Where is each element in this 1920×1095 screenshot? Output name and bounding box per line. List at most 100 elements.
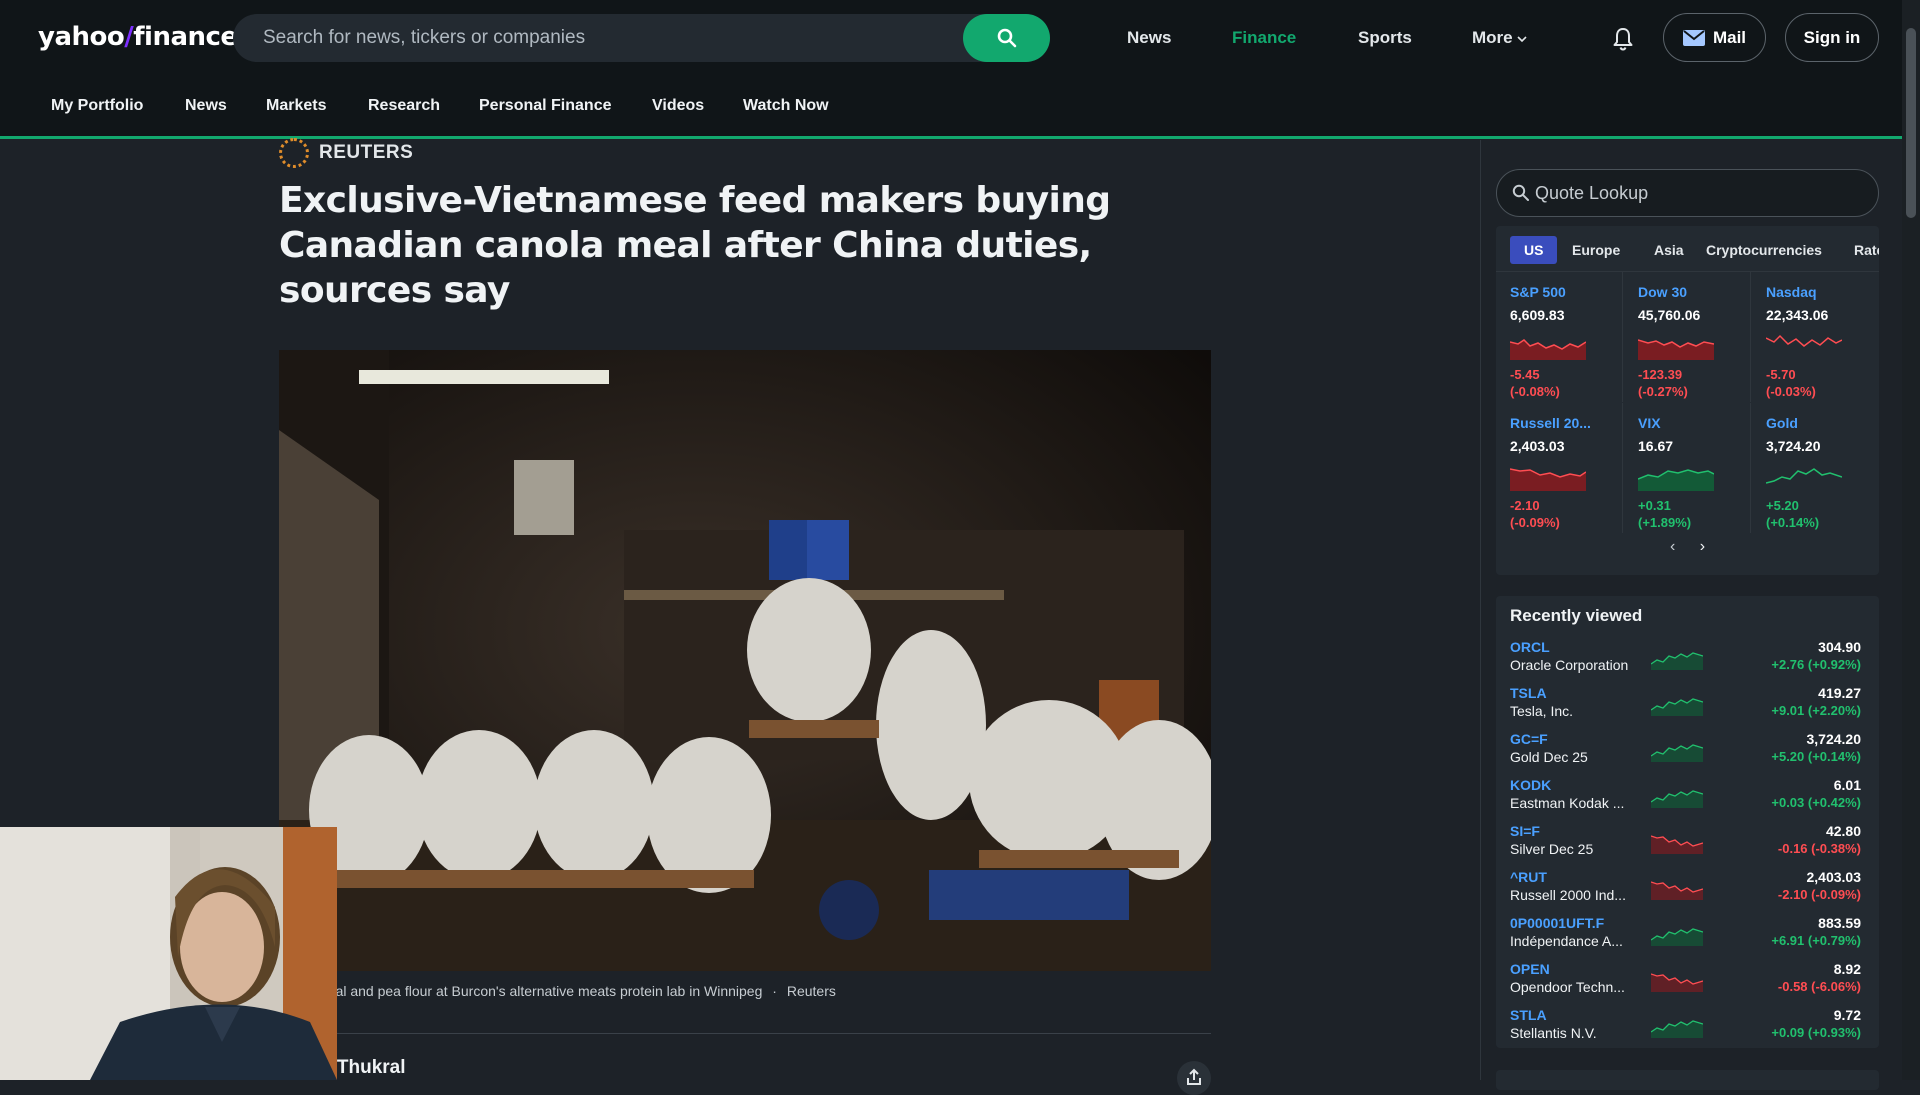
logo-product: finance <box>133 22 238 52</box>
market-change-pct: (+0.14%) <box>1766 515 1820 530</box>
search-input[interactable] <box>263 14 963 62</box>
subnav-news[interactable]: News <box>185 97 227 115</box>
recently-viewed-item[interactable]: KODK Eastman Kodak ... 6.01 +0.03 (+0.42%) <box>1496 777 1879 823</box>
nav-sports[interactable]: Sports <box>1358 28 1412 48</box>
ticker-change: +0.09 (+0.93%) <box>1771 1025 1861 1040</box>
mail-icon <box>1682 29 1705 46</box>
bell-icon[interactable] <box>1612 27 1634 51</box>
carousel-prev-button[interactable]: ‹ <box>1670 538 1675 555</box>
market-change-pct: (-0.27%) <box>1638 384 1688 399</box>
article-photo[interactable] <box>279 350 1211 971</box>
sparkline <box>1766 334 1842 347</box>
carousel-next-button[interactable]: › <box>1700 538 1705 555</box>
market-change-pct: (-0.09%) <box>1510 515 1560 530</box>
company-name: Russell 2000 Ind... <box>1510 887 1626 903</box>
nav-finance[interactable]: Finance <box>1232 28 1296 48</box>
market-change-pct: (+1.89%) <box>1638 515 1692 530</box>
sparkline <box>1651 698 1703 716</box>
article-divider <box>279 1033 1211 1034</box>
subnav-research[interactable]: Research <box>368 97 440 115</box>
market-change-value: -5.45 <box>1510 367 1540 382</box>
ticker-price: 8.92 <box>1833 961 1861 977</box>
ticker-price: 9.72 <box>1833 1007 1861 1023</box>
tab-asia[interactable]: Asia <box>1646 236 1692 264</box>
recently-viewed-item[interactable]: GC=F Gold Dec 25 3,724.20 +5.20 (+0.14%) <box>1496 731 1879 777</box>
yahoo-finance-logo[interactable]: yahoo/finance <box>38 22 238 52</box>
market-change: +5.20 (+0.14%) <box>1766 497 1819 531</box>
market-change: -2.10 (-0.09%) <box>1510 497 1560 531</box>
market-cell-dow30[interactable]: Dow 30 45,760.06 -123.39 (-0.27%) <box>1624 272 1751 402</box>
market-change-value: -5.70 <box>1766 367 1796 382</box>
webcam-person-image <box>0 827 337 1080</box>
tab-rates[interactable]: Rate <box>1846 236 1879 264</box>
recently-viewed-item[interactable]: SI=F Silver Dec 25 42.80 -0.16 (-0.38%) <box>1496 823 1879 869</box>
market-name: Russell 20... <box>1510 415 1591 431</box>
market-cell-gold[interactable]: Gold 3,724.20 +5.20 (+0.14%) <box>1752 403 1879 533</box>
market-price: 22,343.06 <box>1766 307 1829 323</box>
ticker-change: -2.10 (-0.09%) <box>1777 887 1861 902</box>
logo-brand: yahoo <box>38 22 125 52</box>
market-cell-vix[interactable]: VIX 16.67 +0.31 (+1.89%) <box>1624 403 1751 533</box>
chevron-down-icon <box>1517 36 1527 43</box>
subnav-watch-now[interactable]: Watch Now <box>743 97 829 115</box>
mail-button[interactable]: Mail <box>1663 13 1766 62</box>
sparkline <box>1651 835 1703 854</box>
ticker-change: +0.03 (+0.42%) <box>1771 795 1861 810</box>
search-bar <box>233 14 1050 62</box>
search-button[interactable] <box>963 14 1050 62</box>
market-price: 6,609.83 <box>1510 307 1565 323</box>
reuters-logo-icon <box>279 138 309 168</box>
tab-europe[interactable]: Europe <box>1564 236 1628 264</box>
recently-viewed-item[interactable]: 0P00001UFT.F Indépendance A... 883.59 +6.91… <box>1496 915 1879 961</box>
article-source[interactable]: REUTERS <box>279 138 413 168</box>
tab-cryptocurrencies[interactable]: Cryptocurrencies <box>1698 236 1830 264</box>
ticker-symbol: ^RUT <box>1510 869 1547 885</box>
ticker-symbol: STLA <box>1510 1007 1547 1023</box>
nav-more[interactable]: More <box>1472 28 1527 48</box>
market-change: -5.70 (-0.03%) <box>1766 366 1816 400</box>
market-change: -5.45 (-0.08%) <box>1510 366 1560 400</box>
subnav-personal-finance[interactable]: Personal Finance <box>479 97 612 115</box>
sign-in-button[interactable]: Sign in <box>1785 13 1879 62</box>
scrollbar-thumb[interactable] <box>1906 28 1916 218</box>
quote-lookup-box <box>1496 169 1879 217</box>
ticker-price: 6.01 <box>1833 777 1861 793</box>
ticker-price: 2,403.03 <box>1806 869 1862 885</box>
ticker-price: 3,724.20 <box>1806 731 1862 747</box>
sparkline <box>1651 881 1703 900</box>
top-bar: yahoo/finance News Finance Sports More M… <box>0 0 1902 77</box>
ticker-price: 304.90 <box>1818 639 1861 655</box>
market-change: -123.39 (-0.27%) <box>1638 366 1688 400</box>
market-name: VIX <box>1638 415 1661 431</box>
mail-label: Mail <box>1712 27 1747 47</box>
recently-viewed-item[interactable]: TSLA Tesla, Inc. 419.27 +9.01 (+2.20%) <box>1496 685 1879 731</box>
subnav-videos[interactable]: Videos <box>652 97 704 115</box>
page-scrollbar[interactable] <box>1902 0 1920 1080</box>
caption-credit: Reuters <box>786 983 836 999</box>
market-cell-sp500[interactable]: S&P 500 6,609.83 -5.45 (-0.08%) <box>1496 272 1623 402</box>
nav-news[interactable]: News <box>1127 28 1171 48</box>
market-name: Nasdaq <box>1766 284 1817 300</box>
market-cell-nasdaq[interactable]: Nasdaq 22,343.06 -5.70 (-0.03%) <box>1752 272 1879 402</box>
subnav-my-portfolio[interactable]: My Portfolio <box>51 97 143 115</box>
sparkline <box>1638 339 1714 360</box>
ticker-change: +6.91 (+0.79%) <box>1771 933 1861 948</box>
recently-viewed-item[interactable]: ^RUT Russell 2000 Ind... 2,403.03 -2.10 (-0… <box>1496 869 1879 915</box>
recently-viewed-item[interactable]: ORCL Oracle Corporation 304.90 +2.76 (+0.92… <box>1496 639 1879 685</box>
caption-text: neal and pea flour at Burcon's alternati… <box>320 983 763 999</box>
quote-lookup-input[interactable] <box>1535 170 1865 216</box>
next-sidebar-card <box>1496 1070 1879 1090</box>
market-price: 3,724.20 <box>1766 438 1821 454</box>
share-button[interactable] <box>1177 1061 1211 1095</box>
market-cell-russell2000[interactable]: Russell 20... 2,403.03 -2.10 (-0.09%) <box>1496 403 1623 533</box>
subnav-markets[interactable]: Markets <box>266 97 326 115</box>
recently-viewed-item[interactable]: OPEN Opendoor Techn... 8.92 -0.58 (-6.06%) <box>1496 961 1879 1007</box>
market-change-value: +0.31 <box>1638 498 1671 513</box>
sparkline <box>1651 652 1703 670</box>
tab-us[interactable]: US <box>1510 236 1558 264</box>
ticker-symbol: TSLA <box>1510 685 1547 701</box>
sparkline <box>1510 468 1586 491</box>
recently-viewed-item[interactable]: STLA Stellantis N.V. 9.72 +0.09 (+0.93%) <box>1496 1007 1879 1053</box>
market-summary-card: US Europe Asia Cryptocurrencies Rate S&P… <box>1496 226 1879 575</box>
search-icon <box>1512 184 1529 201</box>
